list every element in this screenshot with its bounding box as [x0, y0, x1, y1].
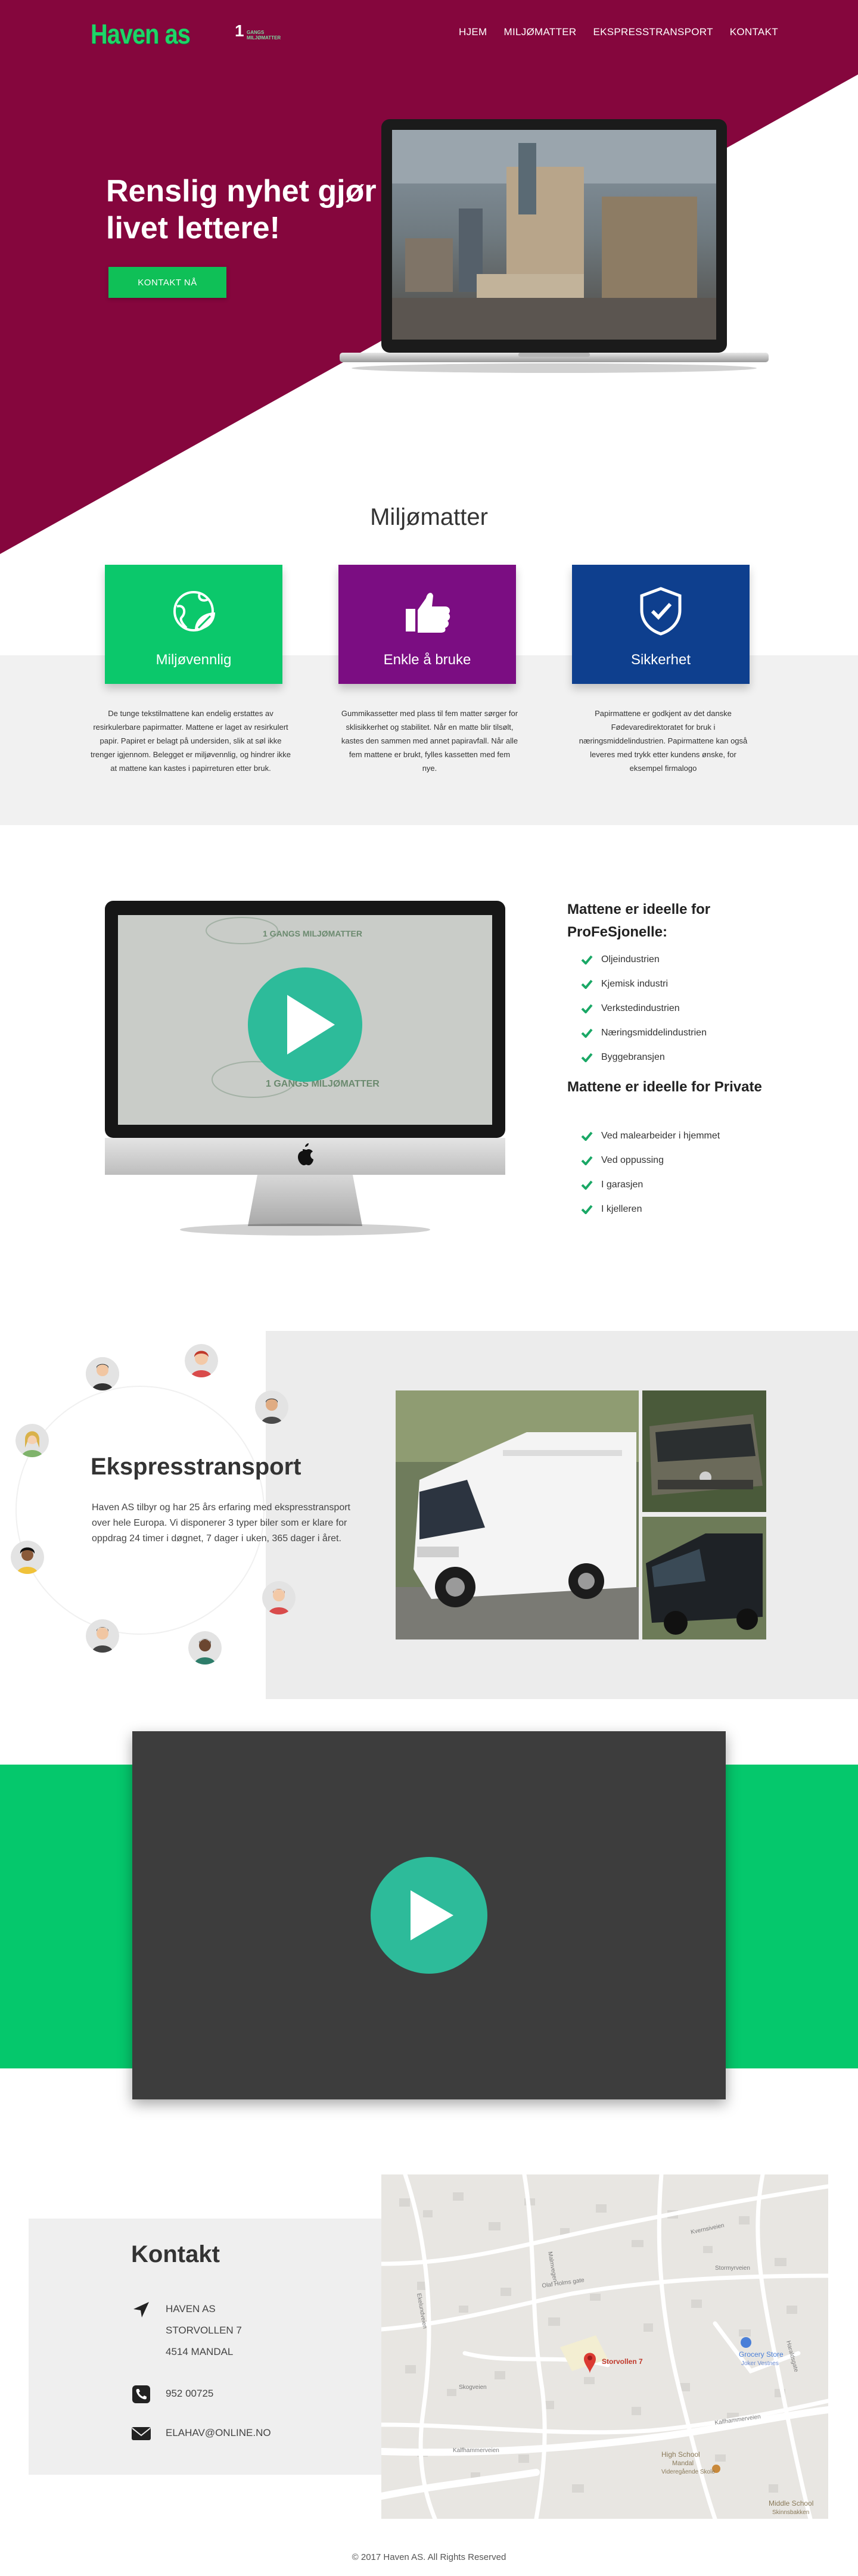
check-icon — [581, 1156, 593, 1165]
avatar — [255, 1390, 288, 1424]
van-photo-gallery — [396, 1390, 766, 1639]
location-arrow-icon — [133, 2302, 149, 2317]
location-map[interactable]: Storvollen 7 Grocery Store Joker Vestnes… — [381, 2174, 828, 2519]
feature-text-miljovennlig: De tunge tekstilmattene kan endelig erst… — [90, 709, 291, 773]
check-icon — [581, 955, 593, 965]
avatar — [188, 1631, 222, 1665]
check-icon — [581, 1131, 593, 1141]
map-poi-grocery: Grocery Store — [739, 2350, 784, 2359]
nav-kontakt[interactable]: KONTAKT — [730, 26, 778, 38]
map-poi-highschool: High School — [661, 2450, 700, 2459]
contact-now-button[interactable]: KONTAKT NÅ — [108, 267, 226, 298]
map-street: Skogveien — [459, 2384, 487, 2391]
map-pin-label: Storvollen 7 — [602, 2357, 643, 2366]
partner-logo: 1 GANGS MILJØMATTER — [235, 21, 281, 41]
video-player[interactable] — [132, 1731, 726, 2099]
thumbs-up-icon — [406, 593, 450, 633]
check-icon — [581, 979, 593, 989]
avatar — [262, 1581, 296, 1614]
section-title-miljomatter: Miljømatter — [370, 504, 488, 530]
avatar — [11, 1541, 44, 1574]
express-text: Haven AS tilbyr og har 25 års erfaring m… — [92, 1502, 350, 1544]
map-tiles[interactable]: Storvollen 7 Grocery Store Joker Vestnes… — [381, 2174, 828, 2519]
video-player-imac[interactable]: 1 GANGS MILJØMATTER 1 GANGS MILJØMATTER — [105, 901, 505, 1240]
check-icon — [581, 1053, 593, 1062]
nav-miljomatter[interactable]: MILJØMATTER — [503, 26, 576, 38]
pro-heading: Mattene er ideelle for ProFeSjonelle: — [567, 901, 711, 940]
list-item: I kjelleren — [581, 1204, 642, 1215]
mat-print-label: 1 GANGS MILJØMATTER — [263, 929, 362, 938]
hero-title: Renslig nyhet gjør livet lettere! — [106, 174, 377, 245]
envelope-icon — [132, 2427, 151, 2440]
feature-label: Enkle å bruke — [383, 652, 471, 668]
map-street: Stormyrveien — [715, 2265, 750, 2272]
avatar — [86, 1619, 119, 1653]
nav-hjem[interactable]: HJEM — [459, 26, 487, 38]
feature-label: Sikkerhet — [630, 652, 691, 668]
list-item: Verkstedindustrien — [581, 1003, 680, 1014]
map-poi-middleschool: Middle School — [769, 2499, 813, 2507]
avatar — [185, 1344, 218, 1377]
list-item: Ved oppussing — [581, 1155, 664, 1166]
list-item: I garasjen — [581, 1180, 643, 1190]
feature-text-enkle: Gummikassetter med plass til fem matter … — [341, 709, 518, 773]
map-poi-vgs: Videregående Skole — [661, 2468, 715, 2475]
list-item: Næringsmiddelindustrien — [581, 1028, 707, 1038]
avatar — [15, 1424, 49, 1457]
mat-print-label-2: 1 GANGS MILJØMATTER — [266, 1079, 380, 1089]
list-item: Ved malearbeider i hjemmet — [581, 1131, 720, 1141]
map-street: Kalfhammerveien — [453, 2447, 499, 2454]
list-item: Kjemisk industri — [581, 979, 668, 990]
feature-label: Miljøvennlig — [156, 652, 232, 668]
list-item: Oljeindustrien — [581, 954, 660, 965]
laptop-image — [340, 119, 769, 373]
map-poi-joker: Joker Vestnes — [741, 2360, 779, 2367]
globe-leaf-icon — [173, 591, 215, 631]
contact-phone[interactable]: 952 00725 — [131, 2383, 213, 2404]
site-logo[interactable]: Haven as — [91, 18, 191, 50]
play-button-icon[interactable] — [371, 1857, 487, 1974]
express-title: Ekspresstransport — [91, 1454, 301, 1480]
list-item: Byggebransjen — [581, 1052, 665, 1063]
map-poi-skinnsbakken: Skinnsbakken — [772, 2509, 809, 2516]
feature-text-sikkerhet: Papirmattene er godkjent av det danske F… — [579, 709, 748, 773]
contact-email[interactable]: ELAHAV@ONLINE.NO — [131, 2422, 271, 2444]
contact-address: HAVEN AS STORVOLLEN 7 4514 MANDAL — [131, 2298, 242, 2363]
check-icon — [581, 1205, 593, 1214]
footer-copyright: © 2017 Haven AS. All Rights Reserved — [352, 2552, 506, 2562]
avatar — [86, 1357, 119, 1390]
map-poi-mandal: Mandal — [672, 2460, 694, 2467]
phone-icon — [132, 2385, 150, 2403]
check-icon — [581, 1004, 593, 1013]
shield-check-icon — [640, 587, 682, 636]
private-heading: Mattene er ideelle for Private — [567, 1079, 762, 1095]
check-icon — [581, 1028, 593, 1038]
main-nav: HJEM MILJØMATTER EKSPRESSTRANSPORT KONTA… — [459, 26, 778, 38]
check-icon — [581, 1180, 593, 1190]
nav-ekspresstransport[interactable]: EKSPRESSTRANSPORT — [593, 26, 713, 38]
feature-card-sikkerhet: Sikkerhet — [572, 565, 750, 684]
contact-title: Kontakt — [131, 2241, 220, 2267]
feature-card-enkle: Enkle å bruke — [338, 565, 516, 684]
feature-card-miljovennlig: Miljøvennlig — [105, 565, 282, 684]
